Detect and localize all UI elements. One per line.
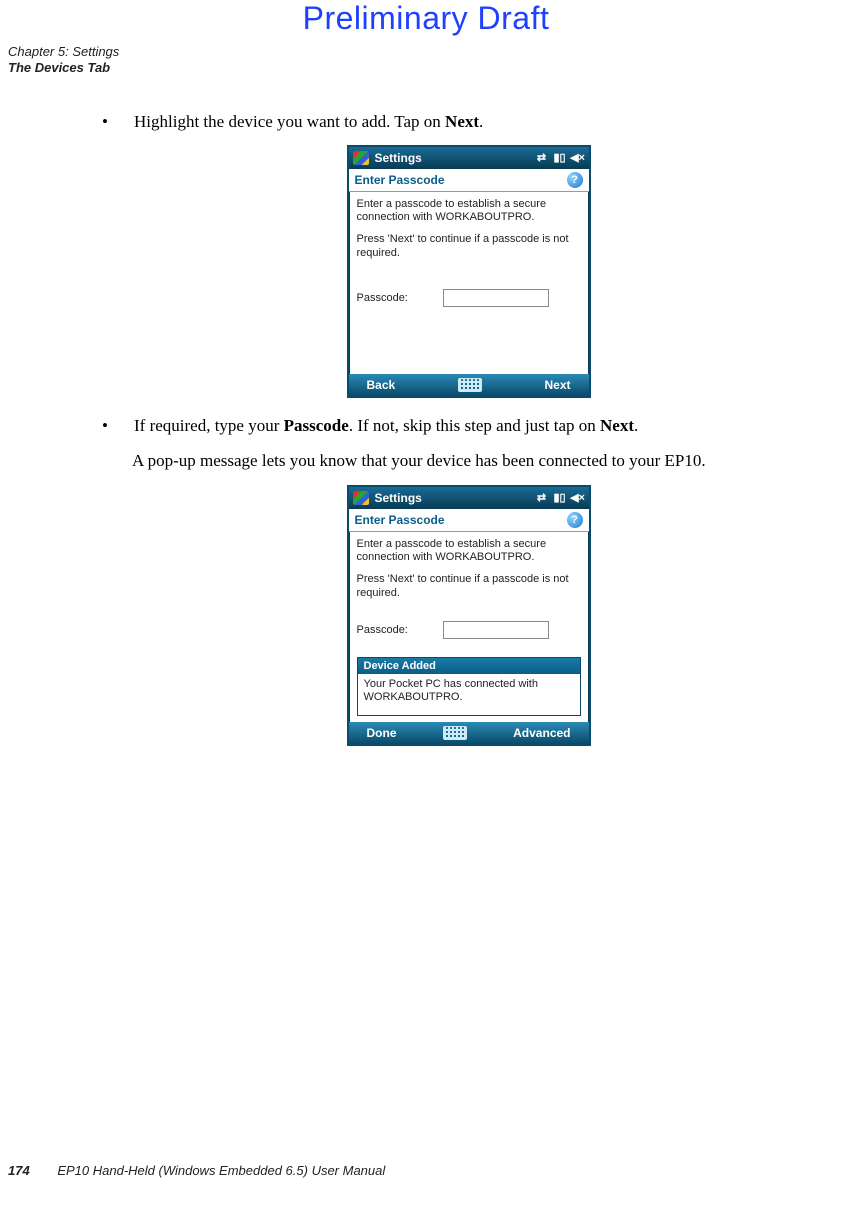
screen-body: Enter a passcode to establish a secure c… — [349, 532, 589, 723]
screen-subheader: Enter Passcode ? — [349, 169, 589, 192]
softkey-left[interactable]: Back — [367, 378, 396, 392]
passcode-input[interactable] — [443, 621, 549, 639]
bullet-item: • Highlight the device you want to add. … — [100, 110, 837, 135]
titlebar: Settings ⇄ ▮▯ ◀× — [349, 487, 589, 509]
keyboard-icon[interactable] — [395, 378, 544, 392]
passcode-row: Passcode: — [357, 621, 581, 639]
volume-icon: ◀× — [571, 151, 585, 165]
passcode-row: Passcode: — [357, 289, 581, 307]
text-bold: Passcode — [284, 416, 349, 435]
titlebar-text: Settings — [375, 151, 422, 165]
watermark-text: Preliminary Draft — [0, 0, 852, 37]
text-fragment: Highlight the device you want to add. Ta… — [134, 112, 445, 131]
bullet-marker: • — [100, 414, 134, 439]
body-text-line: Press 'Next' to continue if a passcode i… — [357, 573, 581, 601]
volume-icon: ◀× — [571, 491, 585, 505]
passcode-label: Passcode: — [357, 292, 443, 304]
bullet-marker: • — [100, 110, 134, 135]
titlebar: Settings ⇄ ▮▯ ◀× — [349, 147, 589, 169]
softkey-right[interactable]: Advanced — [513, 726, 570, 740]
subheader-text: Enter Passcode — [355, 513, 445, 527]
figure-screenshot-1: Settings ⇄ ▮▯ ◀× Enter Passcode ? Enter … — [100, 145, 837, 398]
screen-subheader: Enter Passcode ? — [349, 509, 589, 532]
body-text-line: Enter a passcode to establish a secure c… — [357, 198, 581, 226]
popup-body-text: Your Pocket PC has connected with WORKAB… — [358, 674, 580, 716]
text-fragment: . — [634, 416, 638, 435]
start-flag-icon — [353, 151, 369, 165]
chapter-line: Chapter 5: Settings — [8, 44, 119, 60]
text-fragment: . — [479, 112, 483, 131]
connectivity-icon: ⇄ — [535, 151, 549, 165]
body-text-line: Enter a passcode to establish a secure c… — [357, 538, 581, 566]
help-icon[interactable]: ? — [567, 172, 583, 188]
figure-screenshot-2: Settings ⇄ ▮▯ ◀× Enter Passcode ? Enter … — [100, 485, 837, 747]
bullet-text: If required, type your Passcode. If not,… — [134, 414, 837, 439]
body-text-line: Press 'Next' to continue if a passcode i… — [357, 233, 581, 261]
softkey-bar: Back Next — [349, 374, 589, 396]
text-bold: Next — [445, 112, 479, 131]
text-bold: Next — [600, 416, 634, 435]
help-icon[interactable]: ? — [567, 512, 583, 528]
bullet-item: • If required, type your Passcode. If no… — [100, 414, 837, 439]
screen-body: Enter a passcode to establish a secure c… — [349, 192, 589, 374]
page-number: 174 — [8, 1163, 30, 1178]
connectivity-icon: ⇄ — [535, 491, 549, 505]
device-screenshot: Settings ⇄ ▮▯ ◀× Enter Passcode ? Enter … — [347, 485, 591, 747]
manual-title: EP10 Hand-Held (Windows Embedded 6.5) Us… — [57, 1163, 385, 1178]
paragraph-text: A pop-up message lets you know that your… — [132, 448, 837, 474]
device-added-popup: Device Added Your Pocket PC has connecte… — [357, 657, 581, 717]
popup-title: Device Added — [358, 658, 580, 674]
subheader-text: Enter Passcode — [355, 173, 445, 187]
text-fragment: . If not, skip this step and just tap on — [349, 416, 600, 435]
section-line: The Devices Tab — [8, 60, 119, 76]
softkey-bar: Done Advanced — [349, 722, 589, 744]
page-footer: 174 EP10 Hand-Held (Windows Embedded 6.5… — [8, 1163, 385, 1178]
titlebar-text: Settings — [375, 491, 422, 505]
passcode-label: Passcode: — [357, 624, 443, 636]
keyboard-icon[interactable] — [397, 726, 514, 740]
bullet-text: Highlight the device you want to add. Ta… — [134, 110, 837, 135]
signal-icon: ▮▯ — [553, 151, 567, 165]
page-content: • Highlight the device you want to add. … — [100, 110, 837, 762]
softkey-right[interactable]: Next — [544, 378, 570, 392]
chapter-header: Chapter 5: Settings The Devices Tab — [8, 44, 119, 77]
softkey-left[interactable]: Done — [367, 726, 397, 740]
signal-icon: ▮▯ — [553, 491, 567, 505]
passcode-input[interactable] — [443, 289, 549, 307]
device-screenshot: Settings ⇄ ▮▯ ◀× Enter Passcode ? Enter … — [347, 145, 591, 398]
start-flag-icon — [353, 491, 369, 505]
text-fragment: If required, type your — [134, 416, 284, 435]
